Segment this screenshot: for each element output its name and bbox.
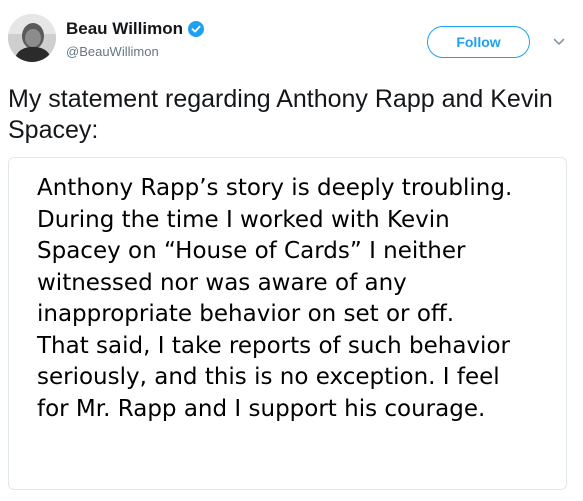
- statement-image-text: Anthony Rapp’s story is deeply troubling…: [37, 173, 552, 425]
- statement-line: Anthony Rapp’s story is deeply troubling…: [37, 175, 513, 201]
- user-photo-icon: [8, 14, 56, 62]
- statement-line: witnessed nor was aware of any: [37, 269, 407, 296]
- tweet-text: My statement regarding Anthony Rapp and …: [8, 85, 553, 144]
- author-handle[interactable]: @BeauWillimon: [66, 44, 159, 59]
- verified-badge-icon: [187, 21, 204, 37]
- chevron-down-icon[interactable]: [552, 35, 566, 49]
- follow-button[interactable]: Follow: [427, 26, 530, 58]
- statement-line: inappropriate behavior on set or off.: [37, 301, 455, 327]
- author-display-name[interactable]: Beau Willimon: [66, 19, 183, 39]
- statement-line: Spacey on “House of Cards” I neither: [37, 238, 466, 264]
- author-name-row: Beau Willimon: [66, 19, 204, 39]
- statement-line: for Mr. Rapp and I support his courage.: [37, 395, 486, 422]
- attached-image[interactable]: Anthony Rapp’s story is deeply troubling…: [8, 157, 567, 490]
- statement-line: During the time I worked with Kevin: [37, 206, 450, 233]
- tweet-card: Beau Willimon @BeauWillimon Follow My st…: [0, 0, 583, 501]
- statement-line: That said, I take reports of such behavi…: [37, 332, 510, 359]
- avatar[interactable]: [8, 14, 56, 62]
- statement-line: seriously, and this is no exception. I f…: [37, 364, 500, 390]
